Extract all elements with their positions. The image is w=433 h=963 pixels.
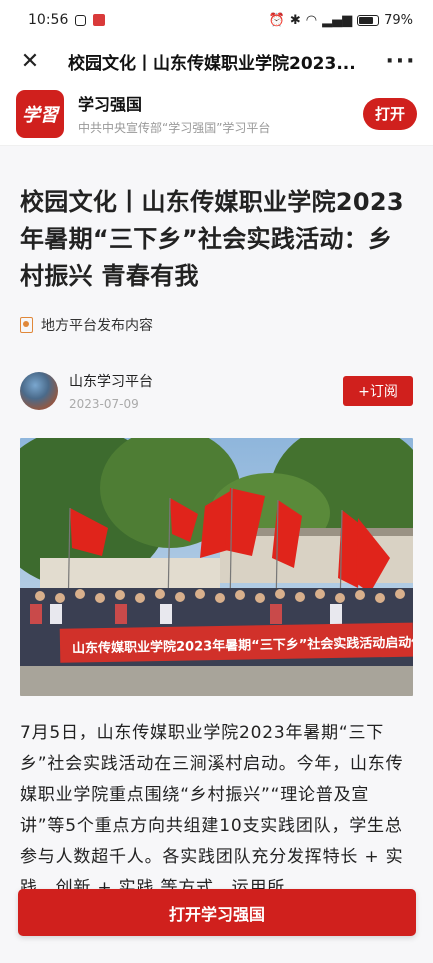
title-bar: ✕ 校园文化丨山东传媒职业学院2023... ···	[0, 40, 433, 82]
article-photo[interactable]: 山东传媒职业学院2023年暑期“三下乡”社会实践活动启动仪式	[20, 438, 413, 696]
author-info: 山东学习平台 2023-07-09	[58, 371, 343, 411]
app-info: 学习强国 中共中央宣传部“学习强国”学习平台	[64, 91, 363, 136]
status-left: 10:56	[28, 12, 106, 28]
battery-icon	[357, 14, 380, 26]
app-banner: 学習 学习强国 中共中央宣传部“学习强国”学习平台 打开	[0, 82, 433, 146]
local-platform-icon	[20, 317, 33, 333]
source-line: 地方平台发布内容	[20, 315, 413, 335]
status-right: ⏰ ✱ ◠ ▂▄▆ 79%	[269, 13, 413, 28]
publish-date: 2023-07-09	[69, 397, 139, 411]
open-xuexi-button[interactable]: 打开学习强国	[18, 889, 416, 936]
close-icon[interactable]: ✕	[12, 43, 48, 79]
battery-percent: 79%	[384, 12, 413, 28]
more-icon[interactable]: ···	[381, 49, 421, 74]
article-headline: 校园文化丨山东传媒职业学院2023年暑期“三下乡”社会实践活动：乡村振兴 青春有…	[20, 188, 404, 290]
subscribe-button[interactable]: +订阅	[343, 376, 413, 406]
weibo-notification-icon	[75, 14, 87, 26]
xuexi-logo: 学習	[16, 89, 64, 138]
source-label: 地方平台发布内容	[41, 318, 153, 334]
open-app-button[interactable]: 打开	[363, 97, 417, 130]
status-time: 10:56	[28, 12, 69, 28]
status-bar: 10:56 ⏰ ✱ ◠ ▂▄▆ 79%	[0, 0, 433, 40]
signal-icon: ▂▄▆	[322, 12, 353, 28]
author-row: 山东学习平台 2023-07-09 +订阅	[20, 371, 413, 411]
article: 校园文化丨山东传媒职业学院2023年暑期“三下乡”社会实践活动：乡村振兴 青春有…	[0, 146, 433, 963]
app-notification-icon	[93, 14, 106, 26]
app-subtitle: 中共中央宣传部“学习强国”学习平台	[78, 121, 271, 135]
alarm-icon: ⏰	[268, 12, 285, 28]
wifi-icon: ◠	[305, 12, 318, 28]
page-title: 校园文化丨山东传媒职业学院2023...	[68, 53, 356, 74]
avatar[interactable]	[20, 372, 58, 410]
author-name[interactable]: 山东学习平台	[69, 371, 343, 391]
bluetooth-icon: ✱	[289, 12, 301, 28]
app-name: 学习强国	[78, 95, 143, 114]
article-body: 7月5日，山东传媒职业学院2023年暑期“三下乡”社会实践活动在三涧溪村启动。今…	[20, 723, 404, 898]
group-photo-image: 山东传媒职业学院2023年暑期“三下乡”社会实践活动启动仪式	[20, 438, 413, 696]
